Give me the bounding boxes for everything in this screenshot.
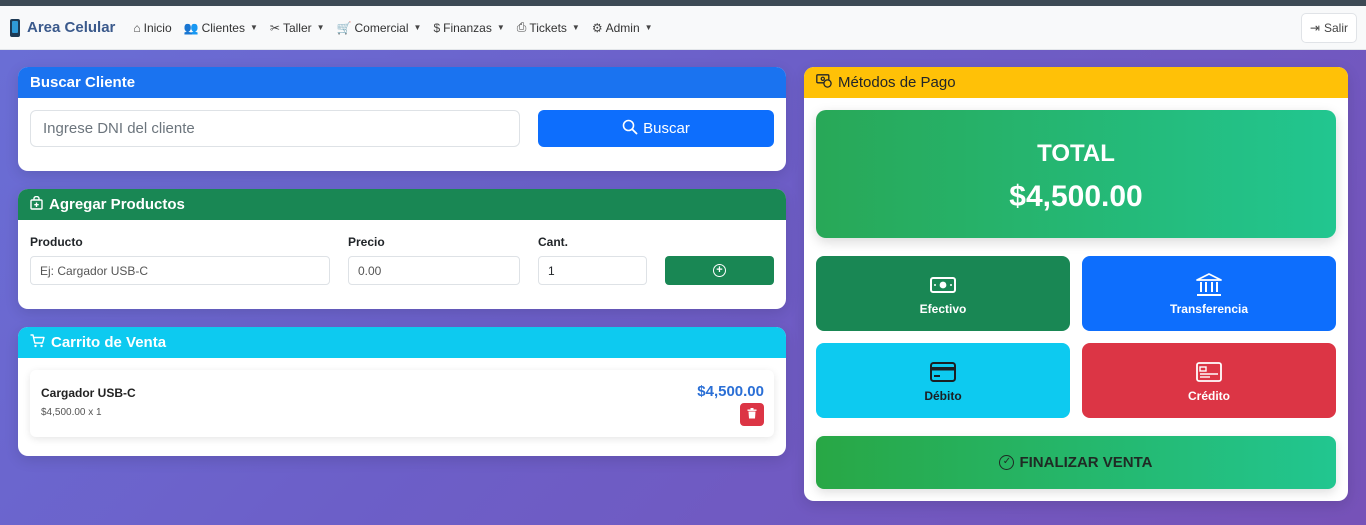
nav-item-inicio[interactable]: ⌂ Inicio: [133, 21, 171, 35]
delete-item-button[interactable]: [740, 403, 764, 426]
nav-label: Taller: [282, 20, 312, 35]
card-title: Agregar Productos: [49, 196, 185, 213]
add-products-header: Agregar Productos: [18, 189, 786, 220]
producto-input[interactable]: Ej: Cargador USB-C: [30, 256, 330, 285]
pay-method-label: Transferencia: [1169, 301, 1249, 316]
nav-item-clientes[interactable]: 👥 Clientes ▼: [184, 21, 258, 35]
cart-icon: 🛒: [336, 20, 352, 35]
cart-item-name: Cargador USB-C: [41, 386, 136, 400]
dni-placeholder: Ingrese DNI del cliente: [43, 120, 195, 137]
nav-item-admin[interactable]: ⚙ Admin ▼: [592, 21, 653, 35]
card-icon: [1196, 359, 1222, 385]
cash-icon: $: [433, 20, 441, 35]
total-value: $4,500.00: [1009, 180, 1143, 213]
add-bag-icon: [30, 195, 43, 213]
chevron-down-icon: ▼: [496, 23, 505, 32]
nav-item-comercial[interactable]: 🛒 Comercial ▼: [337, 21, 422, 35]
nav-item-taller[interactable]: ✂ Taller ▼: [270, 21, 325, 35]
users-icon: 👥: [183, 20, 199, 35]
sale-cart-card: Carrito de Venta Cargador USB-C $4,500.0…: [18, 327, 786, 456]
bank-icon: [1196, 272, 1222, 298]
cantidad-input[interactable]: 1: [538, 256, 647, 285]
pay-method-label: Efectivo: [919, 301, 967, 316]
producto-label: Producto: [30, 235, 83, 249]
search-client-header: Buscar Cliente: [18, 67, 786, 98]
nav-label: Inicio: [143, 20, 172, 35]
printer-icon: ⎙: [516, 20, 527, 34]
chevron-down-icon: ▼: [644, 23, 653, 32]
payment-methods-card: Métodos de Pago TOTAL $4,500.00 Efectivo…: [804, 67, 1348, 501]
chevron-down-icon: ▼: [316, 23, 325, 32]
search-button-label: Buscar: [643, 120, 690, 137]
logout-button[interactable]: ⇥ Salir: [1300, 13, 1357, 43]
phone-icon: [10, 18, 20, 37]
plus-circle-icon: +: [713, 264, 726, 277]
precio-placeholder: 0.00: [358, 263, 382, 278]
check-circle-icon: ✓: [999, 455, 1015, 470]
chevron-down-icon: ▼: [413, 23, 422, 32]
pay-method-label: Crédito: [1188, 388, 1230, 403]
pay-debito-button[interactable]: Débito: [816, 343, 1070, 418]
logout-label: Salir: [1323, 21, 1348, 35]
pay-efectivo-button[interactable]: Efectivo: [816, 256, 1070, 331]
brand-logo[interactable]: Area Celular: [10, 18, 116, 37]
add-product-button[interactable]: +: [665, 256, 774, 285]
cart-item-detail: $4,500.00 x 1: [41, 407, 102, 418]
search-button[interactable]: Buscar: [538, 110, 774, 147]
nav-item-finanzas[interactable]: $ Finanzas ▼: [433, 21, 504, 35]
card-title: Métodos de Pago: [838, 74, 956, 91]
chevron-down-icon: ▼: [571, 23, 580, 32]
sale-cart-header: Carrito de Venta: [18, 327, 786, 358]
search-icon: [622, 119, 638, 139]
cart-item-price: $4,500.00: [697, 383, 764, 400]
nav-item-tickets[interactable]: ⎙ Tickets ▼: [517, 20, 580, 35]
cart-icon: [30, 334, 45, 351]
trash-icon: [747, 406, 757, 424]
nav-label: Admin: [605, 20, 640, 35]
nav-label: Clientes: [201, 20, 245, 35]
producto-placeholder: Ej: Cargador USB-C: [40, 263, 149, 278]
dni-search-input[interactable]: Ingrese DNI del cliente: [30, 110, 520, 147]
tools-icon: ✂: [269, 20, 280, 35]
chevron-down-icon: ▼: [249, 23, 258, 32]
finalize-sale-button[interactable]: ✓ FINALIZAR VENTA: [816, 436, 1336, 489]
nav-label: Finanzas: [443, 20, 492, 35]
nav-label: Comercial: [354, 20, 409, 35]
cash-icon: [930, 272, 956, 298]
total-label: TOTAL: [1037, 140, 1115, 167]
nav-label: Tickets: [529, 20, 567, 35]
brand-name: Area Celular: [27, 19, 116, 36]
home-icon: ⌂: [133, 20, 141, 35]
precio-label: Precio: [348, 235, 385, 249]
logout-icon: ⇥: [1309, 21, 1320, 35]
pay-transferencia-button[interactable]: Transferencia: [1082, 256, 1336, 331]
pay-method-label: Débito: [924, 388, 962, 403]
cart-item: Cargador USB-C $4,500.00 x 1 $4,500.00: [30, 370, 774, 437]
card-title: Buscar Cliente: [30, 74, 136, 91]
credit-card-icon: [930, 359, 956, 385]
cantidad-value: 1: [548, 263, 555, 278]
top-navbar: Area Celular ⌂ Inicio 👥 Clientes ▼ ✂ Tal…: [0, 6, 1366, 50]
gear-icon: ⚙: [591, 20, 603, 35]
add-products-card: Agregar Productos Producto Precio Cant. …: [18, 189, 786, 309]
cantidad-label: Cant.: [538, 235, 568, 249]
pay-credito-button[interactable]: Crédito: [1082, 343, 1336, 418]
precio-input[interactable]: 0.00: [348, 256, 520, 285]
cash-coin-icon: [816, 74, 832, 91]
search-client-card: Buscar Cliente Ingrese DNI del cliente B…: [18, 67, 786, 171]
card-title: Carrito de Venta: [51, 334, 167, 351]
payment-methods-header: Métodos de Pago: [804, 67, 1348, 98]
total-display: TOTAL $4,500.00: [816, 110, 1336, 238]
finalize-sale-label: FINALIZAR VENTA: [1019, 454, 1153, 471]
